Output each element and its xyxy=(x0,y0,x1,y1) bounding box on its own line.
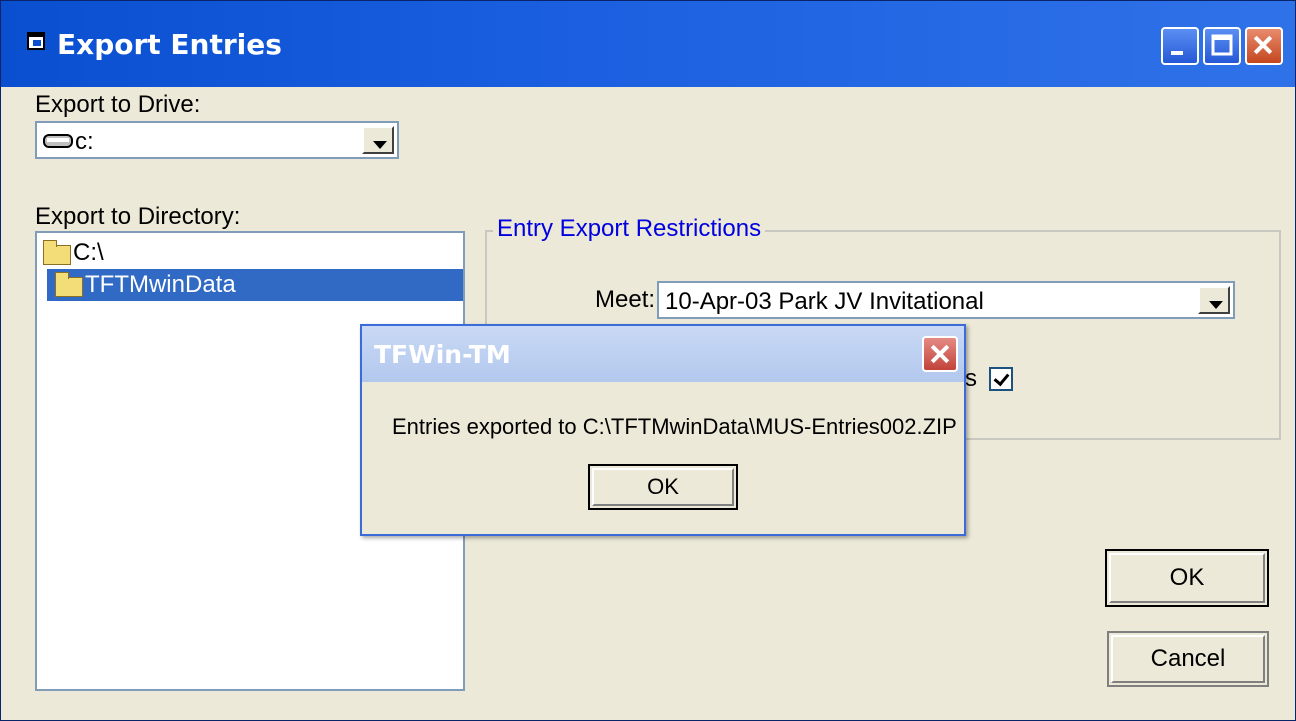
list-item-label: C:\ xyxy=(73,239,104,266)
ok-button-label: OK xyxy=(1109,553,1265,603)
minimize-button[interactable] xyxy=(1161,27,1199,65)
chevron-down-icon[interactable] xyxy=(1198,286,1230,314)
open-folder-icon xyxy=(55,272,83,297)
checkbox-label: s xyxy=(965,365,977,392)
directory-label: Export to Directory: xyxy=(35,203,241,230)
export-entries-window: Export Entries Export to Drive: c: Expor… xyxy=(0,0,1296,721)
message-dialog: TFWin-TM Entries exported to C:\TFTMwinD… xyxy=(360,324,966,536)
meet-select[interactable]: 10-Apr-03 Park JV Invitational xyxy=(657,281,1235,319)
title-bar[interactable]: Export Entries xyxy=(1,1,1295,87)
list-item-label: TFTMwinData xyxy=(85,271,236,298)
chevron-down-icon[interactable] xyxy=(362,126,394,154)
ok-button[interactable]: OK xyxy=(1105,549,1269,607)
cancel-button[interactable]: Cancel xyxy=(1107,631,1269,687)
meet-label: Meet: xyxy=(595,286,656,313)
dialog-ok-button[interactable]: OK xyxy=(588,464,738,510)
dialog-ok-label: OK xyxy=(592,468,734,506)
window-title: Export Entries xyxy=(57,28,282,61)
drive-icon xyxy=(43,134,73,148)
dialog-close-button[interactable] xyxy=(922,336,958,372)
restrictions-title: Entry Export Restrictions xyxy=(493,215,766,243)
drive-select[interactable]: c: xyxy=(35,121,399,159)
maximize-icon xyxy=(1211,34,1233,56)
restriction-checkbox[interactable] xyxy=(989,367,1013,391)
dialog-message: Entries exported to C:\TFTMwinData\MUS-E… xyxy=(392,414,957,439)
close-button[interactable] xyxy=(1245,27,1283,65)
drive-value: c: xyxy=(75,128,94,155)
list-item[interactable]: TFTMwinData xyxy=(47,269,463,301)
close-icon xyxy=(1254,36,1272,54)
open-folder-icon xyxy=(43,240,71,265)
close-icon xyxy=(931,345,949,363)
app-icon xyxy=(27,32,45,50)
list-item[interactable]: C:\ xyxy=(37,237,461,269)
cancel-button-label: Cancel xyxy=(1111,635,1265,683)
drive-label: Export to Drive: xyxy=(35,91,201,118)
minimize-icon xyxy=(1171,51,1183,55)
dialog-title: TFWin-TM xyxy=(374,340,511,369)
maximize-button[interactable] xyxy=(1203,27,1241,65)
dialog-title-bar[interactable]: TFWin-TM xyxy=(362,326,964,382)
meet-value: 10-Apr-03 Park JV Invitational xyxy=(665,288,984,315)
